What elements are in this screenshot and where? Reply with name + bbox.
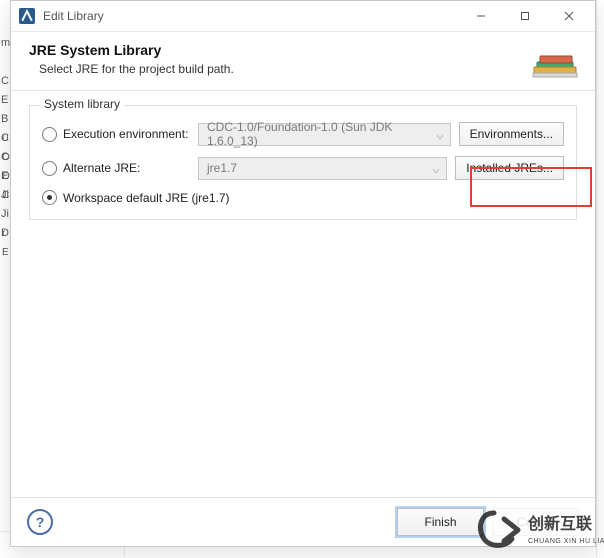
radio-icon [42, 127, 57, 142]
close-button[interactable] [547, 2, 591, 30]
radio-exec-env-label: Execution environment: [63, 127, 188, 141]
finish-button[interactable]: Finish [397, 508, 484, 536]
exec-env-combo[interactable]: CDC-1.0/Foundation-1.0 (Sun JDK 1.6.0_13… [198, 123, 451, 146]
titlebar[interactable]: Edit Library [11, 1, 595, 32]
dialog-footer: ? < Back Next > Finish Cancel [11, 497, 595, 546]
bg-editor-right [596, 0, 604, 557]
library-books-icon [531, 40, 579, 80]
row-exec-env: Execution environment: CDC-1.0/Foundatio… [42, 122, 564, 146]
system-library-group: System library Execution environment: CD… [29, 105, 577, 220]
radio-exec-env[interactable]: Execution environment: [42, 127, 198, 142]
page-description: Select JRE for the project build path. [29, 62, 577, 76]
app-icon [19, 8, 35, 24]
maximize-button[interactable] [503, 2, 547, 30]
environments-button[interactable]: Environments... [459, 122, 564, 146]
chevron-down-icon [436, 130, 444, 138]
chevron-down-icon [432, 164, 440, 172]
help-button[interactable]: ? [27, 509, 53, 535]
row-workspace-default: Workspace default JRE (jre1.7) [42, 190, 564, 205]
row-alt-jre: Alternate JRE: jre1.7 Installed JREs... [42, 156, 564, 180]
radio-alt-jre-label: Alternate JRE: [63, 161, 140, 175]
dialog-header: JRE System Library Select JRE for the pr… [11, 32, 595, 91]
radio-alt-jre[interactable]: Alternate JRE: [42, 161, 198, 176]
edit-library-dialog: Edit Library JRE System Library Select J… [10, 0, 596, 547]
radio-workspace-default[interactable]: Workspace default JRE (jre1.7) [42, 190, 230, 205]
alt-jre-combo[interactable]: jre1.7 [198, 157, 447, 180]
page-title: JRE System Library [29, 42, 577, 58]
window-title: Edit Library [43, 9, 459, 23]
radio-workspace-default-label: Workspace default JRE (jre1.7) [63, 191, 230, 205]
radio-icon [42, 161, 57, 176]
radio-icon [42, 190, 57, 205]
cancel-button[interactable]: Cancel [492, 508, 579, 536]
exec-env-value: CDC-1.0/Foundation-1.0 (Sun JDK 1.6.0_13… [207, 120, 430, 148]
alt-jre-value: jre1.7 [207, 161, 237, 175]
group-label: System library [40, 97, 124, 111]
minimize-button[interactable] [459, 2, 503, 30]
dialog-content: System library Execution environment: CD… [11, 91, 595, 234]
installed-jres-button[interactable]: Installed JREs... [455, 156, 564, 180]
window-controls [459, 2, 591, 30]
